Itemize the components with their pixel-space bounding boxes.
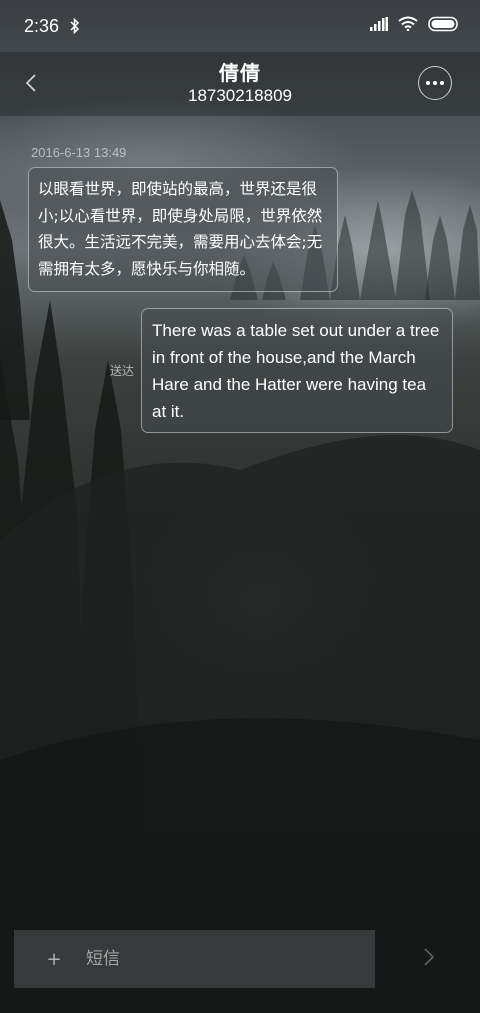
message-input[interactable]: [86, 939, 375, 979]
contact-name: 倩倩: [219, 61, 261, 85]
chevron-right-icon: [424, 948, 435, 966]
battery-icon: [428, 16, 460, 37]
add-attachment-button[interactable]: +: [36, 941, 72, 977]
incoming-message-bubble[interactable]: 以眼看世界，即使站的最高，世界还是很小;以心看世界，即使身处局限，世界依然很大。…: [28, 167, 338, 292]
status-bar: 2:36: [0, 0, 480, 52]
incoming-message-text: 以眼看世界，即使站的最高，世界还是很小;以心看世界，即使身处局限，世界依然很大。…: [38, 180, 323, 278]
message-composer: +: [14, 930, 375, 988]
contact-number: 18730218809: [187, 86, 292, 105]
contact-title: 倩倩 18730218809: [0, 60, 480, 106]
message-timestamp: 2016-6-13 13:49: [31, 145, 127, 160]
signal-icon: [370, 16, 388, 36]
outgoing-message-text: There was a table set out under a tree i…: [152, 321, 440, 421]
more-options-button[interactable]: [418, 66, 452, 100]
wifi-icon: [398, 16, 418, 36]
bluetooth-icon: [69, 18, 81, 34]
more-dot: [440, 81, 444, 85]
conversation-header: 倩倩 18730218809: [0, 52, 480, 116]
send-button[interactable]: [414, 942, 444, 972]
delivery-status: 送达: [110, 364, 135, 378]
more-dot: [433, 81, 437, 85]
outgoing-message-bubble[interactable]: There was a table set out under a tree i…: [141, 308, 453, 433]
more-dots-icon: [426, 81, 430, 85]
status-time: 2:36: [24, 15, 60, 36]
